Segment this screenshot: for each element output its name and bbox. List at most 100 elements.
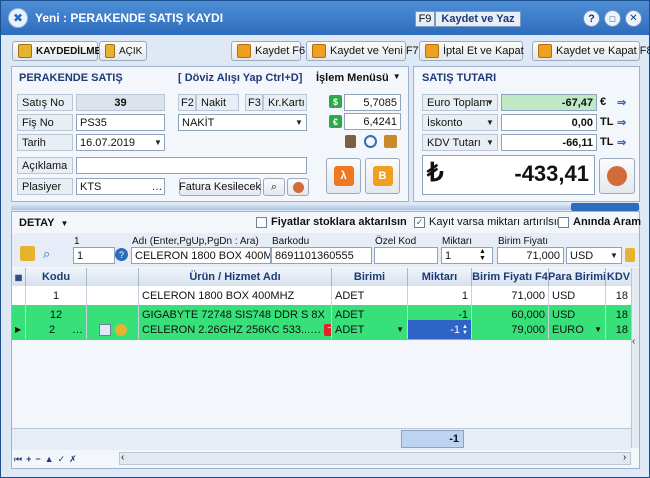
table-row[interactable]: 1 CELERON 1800 BOX 400MHZ ADET 1 71,000 …	[12, 286, 631, 305]
row-name: CELERON 2.26GHZ 256KC 533... … −	[139, 320, 332, 339]
status-unsaved-button[interactable]: KAYDEDİLMEDİ	[12, 41, 111, 61]
row-qty-editor[interactable]: -1 ▲ ▼	[408, 320, 472, 339]
grid-body-empty	[12, 340, 631, 428]
scroll-right-icon[interactable]: ›	[623, 452, 626, 463]
prev-record-icon[interactable]: ▲	[45, 454, 54, 464]
increase-qty-checkbox[interactable]: ✓	[414, 216, 425, 228]
vat-dropdown-icon[interactable]: ▼	[483, 135, 497, 150]
grid-header-name[interactable]: Ürün / Hizmet Adı	[139, 268, 332, 286]
entry-index-input[interactable]: 1	[73, 247, 115, 264]
discount-value[interactable]: 0,00	[501, 114, 597, 131]
invoice-button[interactable]: Fatura Kesilecek	[179, 178, 261, 196]
close-button[interactable]: ✕	[625, 10, 642, 27]
splitter-handle[interactable]	[571, 203, 639, 211]
save-and-write-button[interactable]: Kaydet ve Yaz	[435, 11, 521, 27]
entry-name-input[interactable]: CELERON 1800 BOX 400MHZ	[131, 247, 271, 264]
lambda-button[interactable]: λ	[326, 158, 361, 194]
add-record-icon[interactable]: +	[26, 454, 31, 464]
grid-header-unit[interactable]: Birimi	[332, 268, 408, 286]
save-label: Kaydet F6	[255, 45, 306, 57]
row-currency[interactable]: EURO ▼	[549, 320, 606, 339]
calculator-icon[interactable]	[345, 135, 356, 148]
entry-add-icon[interactable]	[625, 248, 635, 262]
delete-record-icon[interactable]: −	[35, 454, 40, 464]
row-price: 79,000	[472, 320, 549, 339]
confirm-record-icon[interactable]: ✓	[58, 454, 66, 465]
status-open-button[interactable]: AÇIK	[99, 41, 147, 61]
clerk-lookup-icon[interactable]: …	[150, 179, 164, 194]
table-row-selected[interactable]: ▶ 2 … CELERON 2.26GHZ 256KC 533... … − A…	[12, 320, 631, 340]
grid-header-price[interactable]: Birim Fiyatı F4	[472, 268, 549, 286]
row-code: 1	[26, 286, 87, 305]
help-circle-icon[interactable]: ?	[115, 248, 128, 261]
eur-rate-input[interactable]: 6,4241	[344, 113, 401, 130]
row-detail-icon[interactable]	[98, 323, 111, 336]
euro-arrow-icon[interactable]: ⇒	[617, 96, 626, 109]
entry-price-input[interactable]: 71,000	[497, 247, 564, 264]
help-button[interactable]: ?	[583, 10, 600, 27]
chevron-down-icon[interactable]: ▼	[594, 325, 602, 334]
grid-header-qty[interactable]: Miktarı	[408, 268, 472, 286]
cash-button[interactable]: Nakit	[196, 94, 239, 111]
find-stock-icon[interactable]: ⌕	[43, 246, 50, 262]
qty-spinner-icon[interactable]: ▲ ▼	[462, 324, 468, 336]
increase-qty-option[interactable]: ✓ Kayıt varsa miktarı artırılsın	[414, 216, 563, 228]
instant-search-checkbox[interactable]	[558, 216, 569, 228]
usd-rate-input[interactable]: 5,7085	[344, 94, 401, 111]
grid-header-code[interactable]: Kodu	[26, 268, 87, 286]
save-new-button[interactable]: Kaydet ve Yeni F7	[306, 41, 419, 61]
process-menu[interactable]: İşlem Menüsü ▼	[316, 72, 401, 84]
grid-header-vat[interactable]: KDV	[606, 268, 631, 286]
b-icon: B	[372, 166, 393, 186]
customers-total-button[interactable]	[599, 158, 635, 194]
code-lookup-icon[interactable]: …	[72, 324, 83, 336]
detail-menu[interactable]: DETAY ▼	[19, 217, 68, 229]
lock-icon	[105, 44, 115, 58]
add-stock-icon[interactable]	[20, 246, 35, 261]
remove-row-icon[interactable]: −	[324, 323, 331, 336]
payment-dropdown-icon[interactable]: ▼	[292, 115, 306, 130]
cancel-record-icon[interactable]: ✗	[69, 454, 77, 465]
entry-currency-dropdown-icon[interactable]: ▼	[607, 248, 621, 263]
search-button[interactable]: ⌕	[263, 178, 285, 196]
stock-prices-option[interactable]: Fiyatlar stoklara aktarılsın	[256, 216, 407, 228]
stock-prices-checkbox[interactable]	[256, 216, 267, 228]
fx-purchase-link[interactable]: [ Döviz Alışı Yap Ctrl+D]	[178, 72, 302, 84]
row-name-value: CELERON 2.26GHZ 256KC 533...	[142, 323, 311, 336]
save-close-button[interactable]: Kaydet ve Kapat F8	[532, 41, 650, 61]
instant-search-option[interactable]: Anında Aram	[558, 216, 641, 228]
row-unit[interactable]: ADET ▼	[332, 320, 408, 339]
discount-dropdown-icon[interactable]: ▼	[483, 115, 497, 130]
maximize-button[interactable]: □	[604, 10, 621, 27]
entry-qty-spinner[interactable]: ▲ ▼	[479, 248, 486, 262]
collapse-arrow-icon[interactable]: ‹	[632, 336, 635, 347]
scroll-left-icon[interactable]: ‹	[121, 452, 124, 463]
entry-special-input[interactable]	[374, 247, 438, 264]
entry-barcode-input[interactable]: 8691101360555	[271, 247, 372, 264]
clock-icon[interactable]	[364, 135, 377, 148]
grid-vertical-scrollbar[interactable]	[631, 268, 639, 448]
name-lookup-icon[interactable]: …	[310, 324, 321, 336]
payment-select[interactable]: NAKİT	[178, 114, 307, 131]
print-icon[interactable]	[384, 135, 397, 148]
euro-total-dropdown-icon[interactable]: ▼	[483, 95, 497, 110]
first-record-icon[interactable]: ⏮	[14, 454, 22, 465]
card-button[interactable]: Kr.Kartı	[263, 94, 307, 111]
chevron-down-icon[interactable]: ▼	[396, 325, 404, 334]
customer-button[interactable]	[287, 178, 309, 196]
discount-arrow-icon[interactable]: ⇒	[617, 116, 626, 129]
horizontal-scrollbar[interactable]	[119, 452, 631, 465]
date-dropdown-icon[interactable]: ▼	[151, 135, 165, 150]
cancel-close-button[interactable]: İptal Et ve Kapat	[419, 41, 524, 61]
description-input[interactable]	[76, 157, 307, 174]
app-icon[interactable]: ✖	[8, 8, 28, 28]
b-button[interactable]: B	[365, 158, 400, 194]
save-button[interactable]: Kaydet F6	[231, 41, 305, 61]
receipt-no-input[interactable]: PS35	[76, 114, 165, 131]
grid-header-currency[interactable]: Para Birimi	[549, 268, 606, 286]
row-unit-value: ADET	[335, 323, 365, 336]
row-user-icon[interactable]	[114, 323, 127, 336]
search-icon: ⌕	[270, 180, 278, 193]
vat-arrow-icon[interactable]: ⇒	[617, 136, 626, 149]
date-label: Tarih	[17, 134, 73, 151]
